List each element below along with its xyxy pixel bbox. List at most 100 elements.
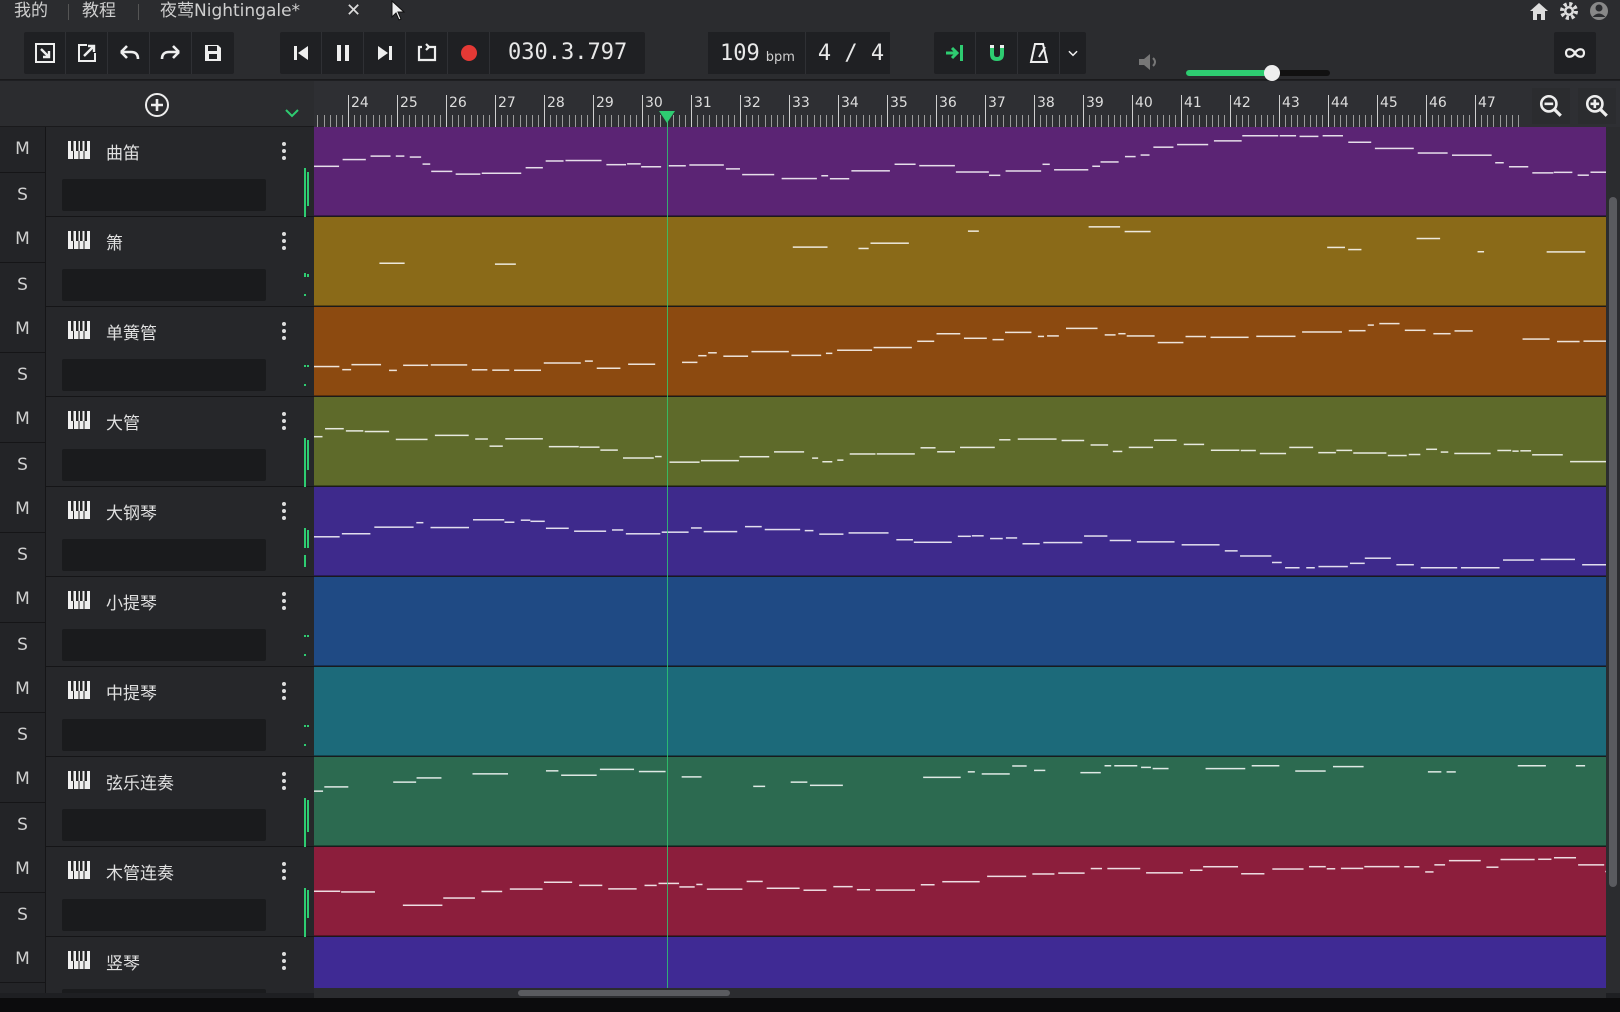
speaker-icon[interactable] — [1136, 50, 1162, 74]
track-name[interactable]: 弦乐连奏 — [106, 769, 174, 794]
export-icon[interactable] — [66, 32, 108, 74]
pause-icon[interactable] — [322, 32, 364, 74]
track-menu-icon[interactable] — [280, 229, 288, 253]
track-slot[interactable] — [62, 359, 266, 391]
save-icon[interactable] — [192, 32, 234, 74]
track-lane[interactable] — [314, 217, 1606, 306]
mute-button[interactable]: M — [0, 757, 46, 802]
track-slot[interactable] — [62, 449, 266, 481]
track-menu-icon[interactable] — [280, 679, 288, 703]
import-icon[interactable] — [24, 32, 66, 74]
track-header[interactable]: M S 大管 — [0, 397, 314, 494]
infinity-icon[interactable] — [1554, 32, 1596, 74]
mute-button[interactable]: M — [0, 667, 46, 712]
add-track-icon[interactable] — [144, 92, 170, 118]
track-name[interactable]: 中提琴 — [106, 679, 157, 704]
track-name[interactable]: 箫 — [106, 229, 123, 254]
volume-slider-knob[interactable] — [1264, 65, 1281, 81]
solo-button[interactable]: S — [0, 532, 46, 577]
track-lane[interactable] — [314, 487, 1606, 576]
track-lane[interactable] — [314, 847, 1606, 936]
track-slot[interactable] — [62, 629, 266, 661]
undo-icon[interactable] — [108, 32, 150, 74]
zoom-in-icon[interactable] — [1578, 88, 1616, 124]
track-menu-icon[interactable] — [280, 499, 288, 523]
playhead-line[interactable] — [666, 112, 668, 992]
track-header[interactable]: MS 竖琴 — [0, 937, 314, 993]
follow-playhead-icon[interactable] — [934, 32, 976, 74]
skip-back-icon[interactable] — [280, 32, 322, 74]
mute-button[interactable]: M — [0, 307, 46, 352]
track-menu-icon[interactable] — [280, 139, 288, 163]
solo-button[interactable]: S — [0, 802, 46, 847]
horizontal-scrollbar[interactable] — [314, 988, 1606, 998]
tempo-box[interactable]: 109 bpm 4 / 4 — [708, 32, 890, 74]
timeline-ruler[interactable]: 24 25 26 27 28 29 30 31 32 33 34 35 36 37 38 39 40 41 42 43… — [314, 81, 1620, 127]
track-menu-icon[interactable] — [280, 589, 288, 613]
solo-button[interactable]: S — [0, 622, 46, 667]
record-icon[interactable] — [448, 32, 490, 74]
track-menu-icon[interactable] — [280, 859, 288, 883]
track-header[interactable]: M S 木管连奏 — [0, 847, 314, 940]
collapse-chevron-icon[interactable] — [284, 108, 300, 118]
volume-slider[interactable] — [1186, 65, 1330, 81]
zoom-out-icon[interactable] — [1532, 88, 1570, 124]
arrangement-lanes[interactable] — [314, 127, 1606, 993]
account-icon[interactable] — [1588, 0, 1610, 22]
track-header[interactable]: M S 中提琴 — [0, 667, 314, 757]
track-lane[interactable] — [314, 397, 1606, 486]
track-lane[interactable] — [314, 307, 1606, 396]
tab-tutorial[interactable]: 教程 — [82, 0, 116, 24]
tab-mine[interactable]: 我的 — [14, 0, 48, 24]
tab-close-icon[interactable]: ✕ — [346, 0, 361, 21]
mute-button[interactable]: M — [0, 847, 46, 892]
track-header[interactable]: M S 大钢琴 — [0, 487, 314, 577]
time-signature[interactable]: 4 / 4 — [818, 41, 884, 66]
track-slot[interactable] — [62, 539, 266, 571]
track-name[interactable]: 木管连奏 — [106, 859, 174, 884]
playhead-marker[interactable] — [658, 111, 675, 123]
loop-icon[interactable] — [406, 32, 448, 74]
metronome-icon[interactable] — [1018, 32, 1060, 74]
track-header[interactable]: M S 弦乐连奏 — [0, 757, 314, 860]
skip-forward-icon[interactable] — [364, 32, 406, 74]
solo-button[interactable]: S — [0, 352, 46, 397]
track-header[interactable]: M S 小提琴 — [0, 577, 314, 667]
track-name[interactable]: 大管 — [106, 409, 140, 434]
magnet-icon[interactable] — [976, 32, 1018, 74]
tab-project[interactable]: 夜莺Nightingale* — [160, 0, 300, 24]
track-header[interactable]: M S 曲笛 — [0, 127, 314, 234]
mute-button[interactable]: M — [0, 397, 46, 442]
track-slot[interactable] — [62, 899, 266, 931]
mute-button[interactable]: M — [0, 937, 46, 982]
track-lane[interactable] — [314, 937, 1606, 993]
track-lane[interactable] — [314, 127, 1606, 216]
horizontal-scrollbar-thumb[interactable] — [518, 990, 730, 996]
mute-button[interactable]: M — [0, 577, 46, 622]
mute-button[interactable]: M — [0, 487, 46, 532]
track-lane[interactable] — [314, 667, 1606, 756]
track-name[interactable]: 小提琴 — [106, 589, 157, 614]
track-slot[interactable] — [62, 179, 266, 211]
tempo-value[interactable]: 109 — [720, 41, 760, 66]
track-name[interactable]: 大钢琴 — [106, 499, 157, 524]
chevron-down-icon[interactable] — [1060, 32, 1086, 74]
gear-icon[interactable] — [1558, 0, 1580, 22]
track-slot[interactable] — [62, 719, 266, 751]
track-slot[interactable] — [62, 809, 266, 841]
track-header[interactable]: MS 箫 — [0, 217, 314, 307]
track-slot[interactable] — [62, 989, 266, 993]
solo-button[interactable]: S — [0, 712, 46, 757]
track-name[interactable]: 单簧管 — [106, 319, 157, 344]
vertical-scrollbar-thumb[interactable] — [1609, 197, 1617, 887]
track-lane[interactable] — [314, 757, 1606, 846]
track-header[interactable]: M S 单簧管 — [0, 307, 314, 397]
solo-button[interactable]: S — [0, 442, 46, 487]
track-menu-icon[interactable] — [280, 769, 288, 793]
vertical-scrollbar[interactable] — [1606, 127, 1620, 993]
solo-button[interactable]: S — [0, 262, 46, 307]
track-menu-icon[interactable] — [280, 949, 288, 973]
track-slot[interactable] — [62, 269, 266, 301]
position-readout[interactable]: 030.3.797 — [490, 32, 645, 74]
solo-button[interactable]: S — [0, 172, 46, 217]
